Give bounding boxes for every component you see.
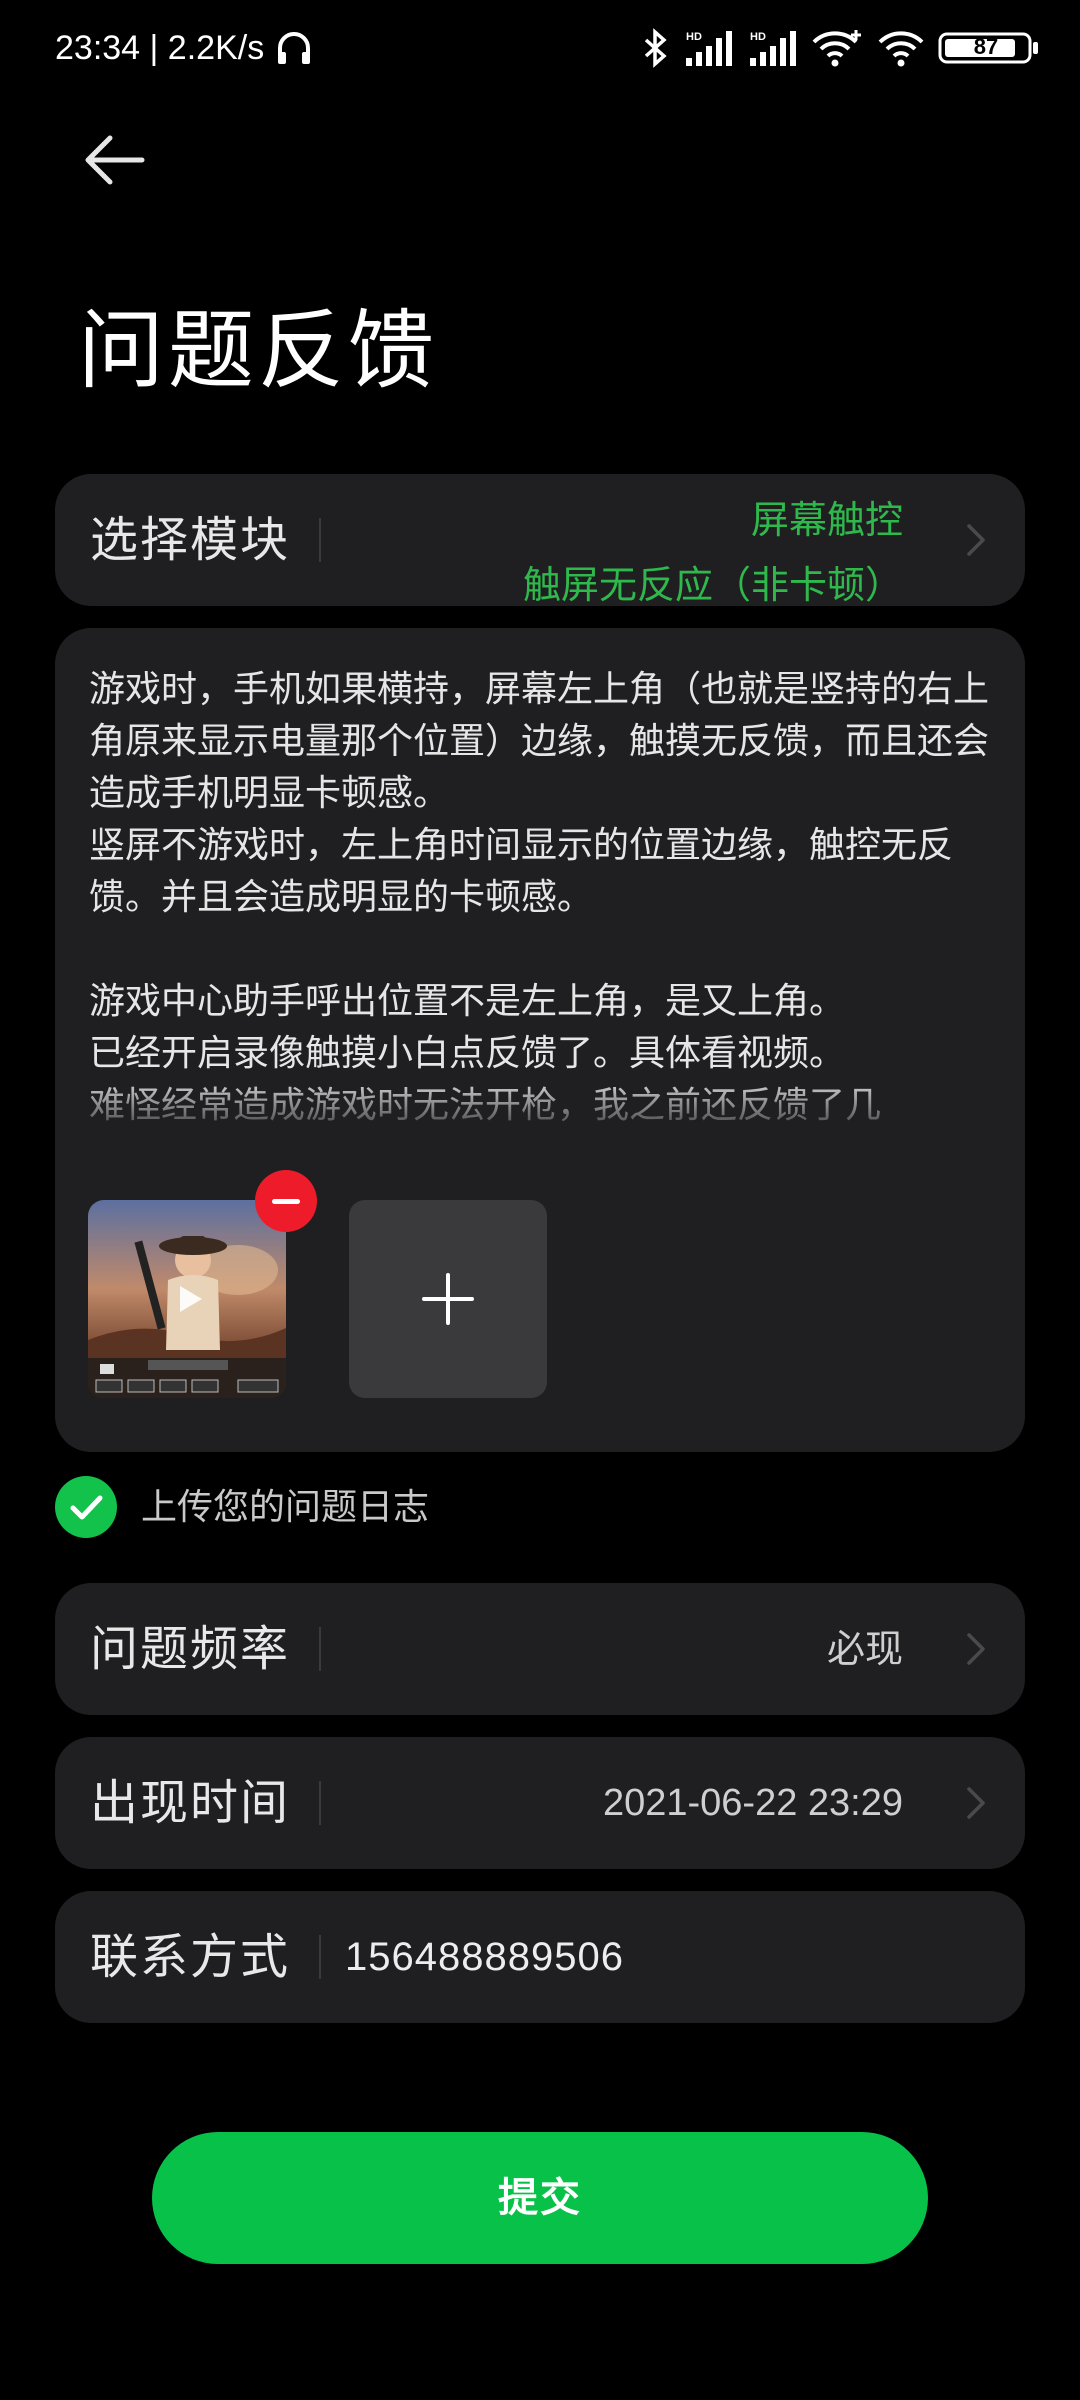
upload-log-checkbox[interactable] [55, 1476, 117, 1538]
checkmark-icon [70, 1495, 103, 1520]
remove-attachment-button[interactable] [255, 1170, 317, 1232]
video-preview-image [88, 1200, 286, 1398]
occurrence-time-row[interactable]: 出现时间 2021-06-22 23:29 [55, 1737, 1025, 1869]
svg-text:HD: HD [750, 31, 766, 43]
video-attachment-thumbnail[interactable] [88, 1200, 286, 1398]
problem-frequency-label: 问题频率 [90, 1621, 291, 1677]
chevron-right-icon [967, 1633, 985, 1665]
select-module-row[interactable]: 选择模块 屏幕触控 触屏无反应（非卡顿） [55, 474, 1025, 607]
status-bar: 23:34 | 2.2K/s HD HD 87 [0, 0, 1080, 100]
contact-input[interactable]: 156488889506 [345, 1891, 624, 2023]
row-divider [319, 518, 321, 562]
contact-label: 联系方式 [90, 1929, 291, 1985]
select-module-label: 选择模块 [90, 512, 291, 568]
occurrence-time-value: 2021-06-22 23:29 [602, 1782, 903, 1824]
problem-frequency-value: 必现 [826, 1627, 903, 1671]
upload-log-label: 上传您的问题日志 [141, 1487, 430, 1528]
chevron-right-icon [967, 1787, 985, 1819]
bluetooth-icon [644, 28, 667, 68]
module-values: 屏幕触控 触屏无反应（非卡顿） [523, 488, 903, 618]
row-divider [319, 1627, 321, 1671]
description-card: 游戏时，手机如果横持，屏幕左上角（也就是竖持的右上角原来显示电量那个位置）边缘，… [55, 628, 1025, 1452]
chevron-right-icon [967, 524, 985, 556]
back-button[interactable] [80, 130, 150, 190]
occurrence-time-label: 出现时间 [90, 1775, 291, 1831]
battery-icon: 87 [938, 32, 1042, 64]
back-arrow-icon [85, 135, 145, 185]
wifi-plus-icon [812, 30, 861, 67]
module-subcategory: 触屏无反应（非卡顿） [522, 563, 903, 607]
submit-button[interactable]: 提交 [152, 2132, 928, 2264]
row-divider [319, 1935, 321, 1979]
row-divider [319, 1781, 321, 1825]
headphones-icon [278, 32, 311, 64]
contact-row: 联系方式 156488889506 [55, 1891, 1025, 2023]
problem-frequency-row[interactable]: 问题频率 必现 [55, 1583, 1025, 1715]
page-title: 问题反馈 [78, 300, 438, 401]
status-time-speed: 23:34 | 2.2K/s [55, 28, 265, 67]
svg-text:HD: HD [686, 31, 702, 43]
add-attachment-button[interactable] [349, 1200, 547, 1398]
battery-level: 87 [973, 34, 999, 59]
status-left: 23:34 | 2.2K/s [55, 28, 314, 68]
module-category: 屏幕触控 [750, 498, 903, 542]
status-right: HD HD 87 [640, 28, 1042, 68]
signal-hd-icon: HD [686, 31, 732, 66]
wifi-icon [878, 31, 924, 67]
description-textarea[interactable]: 游戏时，手机如果横持，屏幕左上角（也就是竖持的右上角原来显示电量那个位置）边缘，… [89, 664, 999, 1131]
signal-hd-icon: HD [750, 31, 796, 66]
